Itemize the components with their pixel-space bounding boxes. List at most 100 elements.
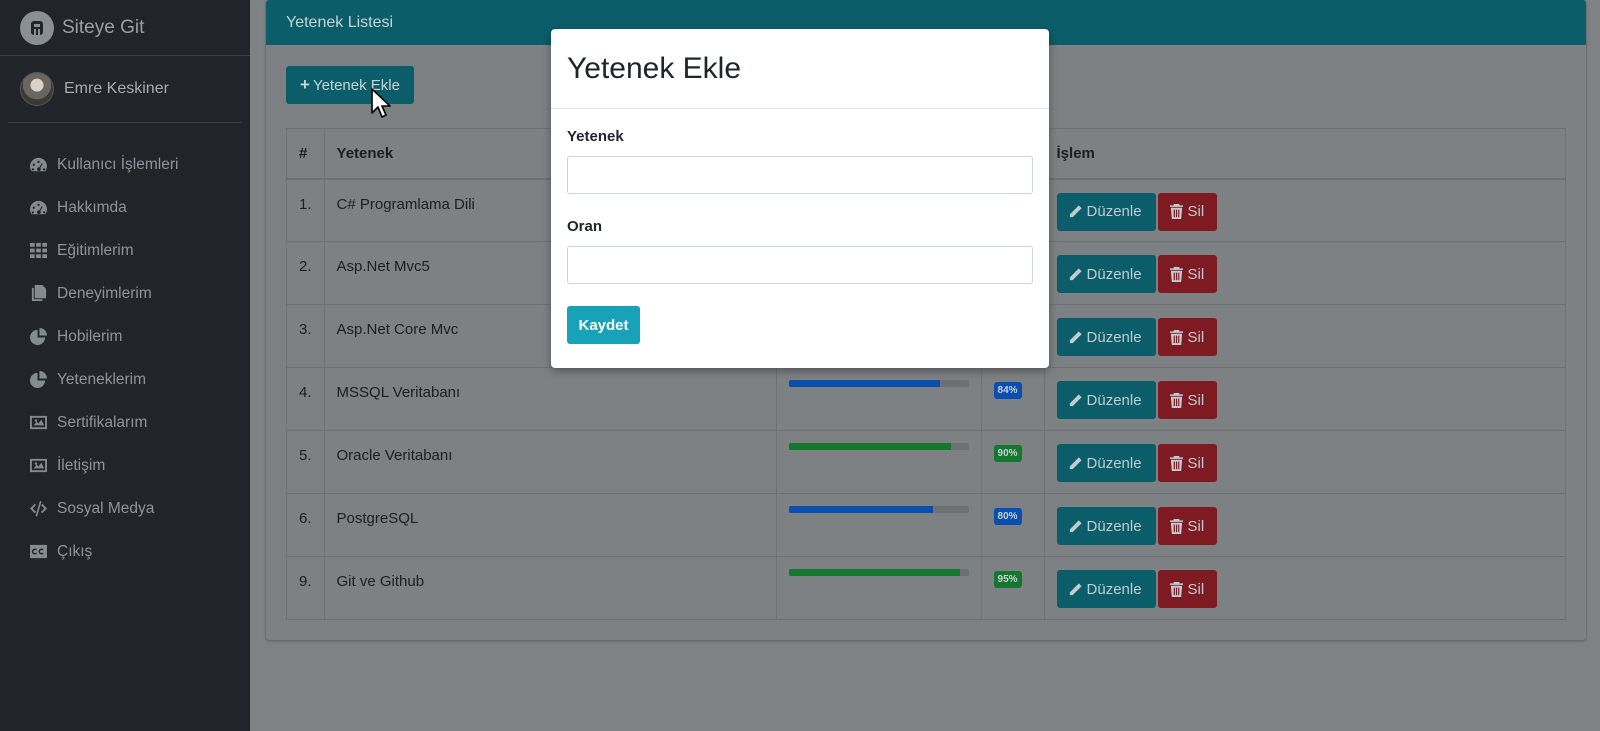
delete-label: Sil [1187, 328, 1205, 346]
image-icon [28, 414, 48, 432]
user-panel[interactable]: Emre Keskiner [8, 56, 242, 123]
edit-button[interactable]: Düzenle [1056, 192, 1156, 231]
sidebar-item-label: Sosyal Medya [57, 499, 155, 517]
delete-label: Sil [1187, 265, 1205, 283]
delete-button[interactable]: Sil [1157, 318, 1217, 356]
brand-link[interactable]: Siteye Git [0, 0, 250, 56]
brand-title: Siteye Git [62, 16, 145, 38]
pencil-icon [1068, 519, 1087, 534]
skill-percent-badge: 80% [993, 508, 1022, 525]
sidebar: Siteye Git Emre Keskiner Kullanıcı İşlem… [0, 0, 250, 731]
add-skill-button[interactable]: + Yetenek Ekle [286, 66, 414, 104]
sidebar-item-cikis[interactable]: Çıkış [0, 530, 250, 573]
image-icon [28, 457, 48, 475]
skill-percent-badge: 84% [993, 382, 1022, 399]
trash-icon [1169, 581, 1188, 597]
edit-label: Düzenle [1086, 580, 1142, 598]
sidebar-item-kullanici-islemleri[interactable]: Kullanıcı İşlemleri [0, 143, 250, 186]
delete-button[interactable]: Sil [1157, 192, 1217, 231]
delete-button[interactable]: Sil [1157, 507, 1217, 545]
skill-progress-cell [775, 430, 982, 494]
edit-button[interactable]: Düzenle [1056, 381, 1156, 419]
edit-button[interactable]: Düzenle [1056, 444, 1156, 482]
sidebar-nav: Kullanıcı İşlemleri Hakkımda Eğitimlerim… [0, 123, 250, 573]
trash-icon [1169, 518, 1188, 534]
row-number: 5. [286, 430, 325, 494]
sidebar-item-label: Deneyimlerim [57, 284, 152, 302]
delete-label: Sil [1187, 391, 1205, 409]
skill-name: Git ve Github [323, 556, 777, 620]
cc-icon [28, 543, 48, 561]
skill-name: MSSQL Veritabanı [323, 367, 777, 431]
skill-percent-badge: 90% [993, 445, 1022, 462]
rate-input[interactable] [567, 246, 1033, 284]
skill-progress-fill [788, 506, 933, 513]
sidebar-item-label: Kullanıcı İşlemleri [57, 155, 179, 173]
row-actions: Düzenle Sil [1043, 304, 1567, 368]
skill-progress-bar [788, 443, 969, 450]
table-row: 5. Oracle Veritabanı 90% Düzenle Sil [286, 430, 1567, 494]
mouse-cursor-icon [371, 88, 391, 118]
edit-button[interactable]: Düzenle [1056, 570, 1156, 608]
sidebar-item-deneyimlerim[interactable]: Deneyimlerim [0, 272, 250, 315]
brand-logo-icon [20, 10, 54, 45]
delete-button[interactable]: Sil [1157, 381, 1217, 419]
row-number: 3. [286, 304, 325, 368]
skill-progress-bar [788, 506, 969, 513]
skill-percent-badge: 95% [993, 571, 1022, 588]
rate-label: Oran [567, 218, 603, 235]
edit-label: Düzenle [1086, 203, 1142, 220]
trash-icon [1169, 455, 1188, 471]
plus-icon: + [300, 75, 310, 94]
skill-progress-cell [775, 367, 982, 431]
skill-progress-cell [775, 556, 982, 620]
delete-button[interactable]: Sil [1157, 255, 1217, 293]
edit-label: Düzenle [1086, 391, 1142, 409]
sidebar-item-hakkimda[interactable]: Hakkımda [0, 186, 250, 229]
sidebar-item-egitimlerim[interactable]: Eğitimlerim [0, 229, 250, 272]
pencil-icon [1068, 267, 1087, 282]
trash-icon [1169, 329, 1188, 345]
skill-name: PostgreSQL [323, 493, 777, 557]
delete-button[interactable]: Sil [1157, 444, 1217, 482]
sidebar-item-label: Hobilerim [57, 327, 123, 345]
delete-button[interactable]: Sil [1157, 570, 1217, 608]
skill-progress-bar [788, 380, 969, 387]
edit-button[interactable]: Düzenle [1056, 318, 1156, 356]
table-row: 9. Git ve Github 95% Düzenle Sil [286, 556, 1567, 620]
sidebar-item-label: İletişim [57, 456, 106, 474]
sidebar-item-yeteneklerim[interactable]: Yeteneklerim [0, 358, 250, 401]
skill-label: Yetenek [567, 128, 624, 145]
skill-input[interactable] [567, 156, 1033, 194]
delete-label: Sil [1187, 580, 1205, 598]
pencil-icon [1068, 204, 1087, 219]
avatar [20, 72, 54, 106]
pie-chart-icon [28, 371, 48, 389]
edit-button[interactable]: Düzenle [1056, 507, 1156, 545]
pencil-icon [1068, 393, 1087, 408]
edit-label: Düzenle [1086, 328, 1142, 346]
sidebar-item-iletisim[interactable]: İletişim [0, 444, 250, 487]
edit-button[interactable]: Düzenle [1056, 255, 1156, 293]
sidebar-item-sosyal-medya[interactable]: Sosyal Medya [0, 487, 250, 530]
skill-name: Oracle Veritabanı [323, 430, 777, 494]
row-number: 1. [286, 178, 325, 242]
pencil-icon [1068, 582, 1087, 597]
code-icon [28, 500, 48, 518]
skill-progress-fill [788, 569, 960, 576]
delete-label: Sil [1187, 203, 1205, 220]
sidebar-item-sertifikalarim[interactable]: Sertifikalarım [0, 401, 250, 444]
pencil-icon [1068, 456, 1087, 471]
table-row: 4. MSSQL Veritabanı 84% Düzenle Sil [286, 367, 1567, 431]
row-actions: Düzenle Sil [1043, 178, 1567, 242]
row-actions: Düzenle Sil [1043, 556, 1567, 620]
sidebar-item-hobilerim[interactable]: Hobilerim [0, 315, 250, 358]
row-actions: Düzenle Sil [1043, 493, 1567, 557]
modal-title: Yetenek Ekle [567, 51, 742, 85]
trash-icon [1169, 266, 1188, 282]
add-skill-modal: Yetenek Ekle Yetenek Oran Kaydet [551, 29, 1049, 368]
save-button[interactable]: Kaydet [567, 306, 640, 344]
dashboard-icon [28, 156, 48, 174]
row-actions: Düzenle Sil [1043, 430, 1567, 494]
trash-icon [1169, 204, 1188, 219]
